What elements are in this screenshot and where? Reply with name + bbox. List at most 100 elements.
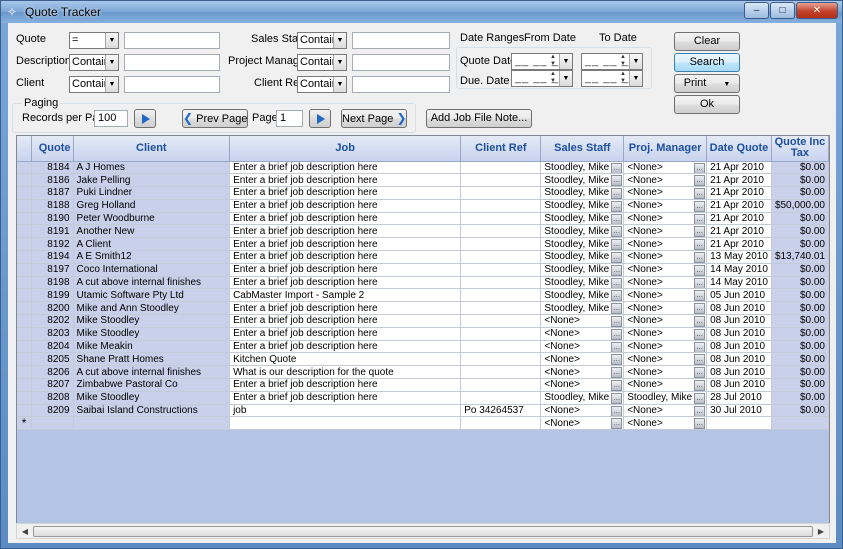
new-row-cell[interactable] <box>706 416 772 431</box>
cell-quote[interactable]: 8187 <box>31 186 74 200</box>
cell-client-ref[interactable] <box>460 276 542 290</box>
table-row[interactable]: 8190 Peter Woodburne Enter a brief job des… <box>17 212 829 226</box>
cell-date-quote[interactable]: 21 Apr 2010 <box>706 186 772 200</box>
cell-quote-inc-tax[interactable]: $0.00 <box>771 404 829 418</box>
spin-icon[interactable]: ▲ ▼ <box>548 71 558 86</box>
cell-quote-inc-tax[interactable]: $0.00 <box>771 352 829 367</box>
picker-icon[interactable]: … <box>611 264 623 276</box>
cell-client-ref[interactable] <box>460 250 542 264</box>
table-row[interactable]: 8188 Greg Holland Enter a brief job descri… <box>17 199 829 213</box>
cell-quote-inc-tax[interactable]: $0.00 <box>771 224 829 239</box>
ok-button[interactable]: Ok <box>674 95 740 114</box>
close-button[interactable]: ✕ <box>796 2 838 19</box>
row-selector[interactable] <box>17 301 33 316</box>
cell-proj-manager[interactable]: <None>… <box>623 378 708 392</box>
spin-icon[interactable]: ▲ ▼ <box>548 54 558 69</box>
cell-date-quote[interactable]: 14 May 2010 <box>706 263 772 277</box>
table-row[interactable]: 8199 Utamic Software Pty Ltd CabMaster Imp… <box>17 288 829 303</box>
column-header-job[interactable]: Job <box>229 136 462 162</box>
picker-icon[interactable]: … <box>694 328 706 340</box>
row-selector[interactable] <box>17 378 33 392</box>
picker-icon[interactable]: … <box>694 175 706 186</box>
picker-icon[interactable]: … <box>694 162 706 173</box>
cell-proj-manager[interactable]: <None>… <box>623 161 708 175</box>
cell-client[interactable]: A cut above internal finishes <box>73 365 231 380</box>
cell-sales-staff[interactable]: <None>… <box>540 340 625 354</box>
table-row[interactable]: 8191 Another New Enter a brief job descrip… <box>17 224 829 239</box>
table-row[interactable]: 8187 Puki Lindner Enter a brief job descri… <box>17 186 829 200</box>
picker-icon[interactable]: … <box>611 354 623 365</box>
go-page-button[interactable] <box>309 109 331 128</box>
cell-quote[interactable]: 8206 <box>31 365 74 380</box>
picker-icon[interactable]: … <box>611 405 623 416</box>
column-header-date-quote[interactable]: Date Quote <box>706 136 772 162</box>
cell-sales-staff[interactable]: Stoodley, Mike… <box>540 173 625 188</box>
cell-proj-manager[interactable]: Stoodley, Mike… <box>623 391 708 405</box>
cell-quote-inc-tax[interactable]: $50,000.00 <box>771 199 829 213</box>
cell-client[interactable]: Zimbabwe Pastoral Co <box>73 378 231 392</box>
cell-date-quote[interactable]: 05 Jun 2010 <box>706 288 772 303</box>
picker-icon[interactable]: … <box>694 252 706 263</box>
picker-icon[interactable]: … <box>694 264 706 276</box>
cell-proj-manager[interactable]: <None>… <box>623 327 708 341</box>
cell-sales-staff[interactable]: Stoodley, Mike… <box>540 250 625 264</box>
picker-icon[interactable]: … <box>694 226 706 237</box>
table-row[interactable]: 8205 Shane Pratt Homes Kitchen Quote <None>… <box>17 352 829 367</box>
cell-client[interactable]: Puki Lindner <box>73 186 231 200</box>
cell-quote[interactable]: 8188 <box>31 199 74 213</box>
picker-icon[interactable]: … <box>611 341 623 352</box>
cell-proj-manager[interactable]: <None>… <box>623 365 708 380</box>
row-selector[interactable] <box>17 237 33 252</box>
cell-proj-manager[interactable]: <None>… <box>623 212 708 226</box>
cell-quote[interactable]: 8197 <box>31 263 74 277</box>
cell-proj-manager[interactable]: <None>… <box>623 250 708 264</box>
scroll-left-icon[interactable]: ◀ <box>19 526 31 537</box>
due-date-to-picker[interactable]: __ __ __ ▲ ▼ ▼ <box>581 70 643 87</box>
chevron-down-icon[interactable]: ▼ <box>629 71 642 86</box>
cell-client-ref[interactable]: Po 34264537 <box>460 404 542 418</box>
due-date-from-picker[interactable]: __ __ __ ▲ ▼ ▼ <box>511 70 573 87</box>
cell-client-ref[interactable] <box>460 212 542 226</box>
cell-sales-staff[interactable]: <None>… <box>540 352 625 367</box>
picker-icon[interactable]: … <box>611 239 623 250</box>
cell-proj-manager[interactable]: <None>… <box>623 301 708 316</box>
cell-client-ref[interactable] <box>460 327 542 341</box>
cell-job[interactable]: Enter a brief job description here <box>229 263 462 277</box>
cell-job[interactable]: Enter a brief job description here <box>229 340 462 354</box>
cell-client-ref[interactable] <box>460 391 542 405</box>
cell-sales-staff[interactable]: <None>… <box>540 378 625 392</box>
cell-quote[interactable]: 8199 <box>31 288 74 303</box>
row-selector[interactable] <box>17 352 33 367</box>
picker-icon[interactable]: … <box>694 405 706 416</box>
cell-quote-inc-tax[interactable]: $13,740.01 <box>771 250 829 264</box>
cell-date-quote[interactable]: 21 Apr 2010 <box>706 212 772 226</box>
picker-icon[interactable]: … <box>694 418 706 429</box>
cell-job[interactable]: Enter a brief job description here <box>229 161 462 175</box>
cell-date-quote[interactable]: 08 Jun 2010 <box>706 365 772 380</box>
cell-quote-inc-tax[interactable]: $0.00 <box>771 212 829 226</box>
cell-quote[interactable]: 8192 <box>31 237 74 252</box>
cell-sales-staff[interactable]: Stoodley, Mike… <box>540 237 625 252</box>
picker-icon[interactable]: … <box>611 226 623 237</box>
picker-icon[interactable]: … <box>694 354 706 365</box>
scroll-right-icon[interactable]: ▶ <box>815 526 827 537</box>
cell-client[interactable]: Utamic Software Pty Ltd <box>73 288 231 303</box>
cell-sales-staff[interactable]: Stoodley, Mike… <box>540 199 625 213</box>
horizontal-scrollbar[interactable]: ◀ ▶ <box>16 523 830 539</box>
quote-filter-input[interactable] <box>124 32 220 49</box>
chevron-down-icon[interactable]: ▼ <box>559 54 572 69</box>
apply-records-button[interactable] <box>134 109 156 128</box>
cell-quote-inc-tax[interactable]: $0.00 <box>771 237 829 252</box>
add-job-file-note-button[interactable]: Add Job File Note... <box>426 109 532 128</box>
cell-sales-staff[interactable]: <None>… <box>540 314 625 328</box>
cell-client[interactable]: Mike and Ann Stoodley <box>73 301 231 316</box>
column-header-client[interactable]: Client <box>73 136 231 162</box>
description-filter-input[interactable] <box>124 54 220 71</box>
picker-icon[interactable]: … <box>694 277 706 288</box>
new-row-cell[interactable] <box>771 416 829 431</box>
picker-icon[interactable]: … <box>611 367 623 378</box>
row-selector[interactable] <box>17 250 33 264</box>
description-operator-select[interactable]: Contains ▼ <box>69 54 119 71</box>
cell-client-ref[interactable] <box>460 224 542 239</box>
cell-client[interactable]: Coco International <box>73 263 231 277</box>
